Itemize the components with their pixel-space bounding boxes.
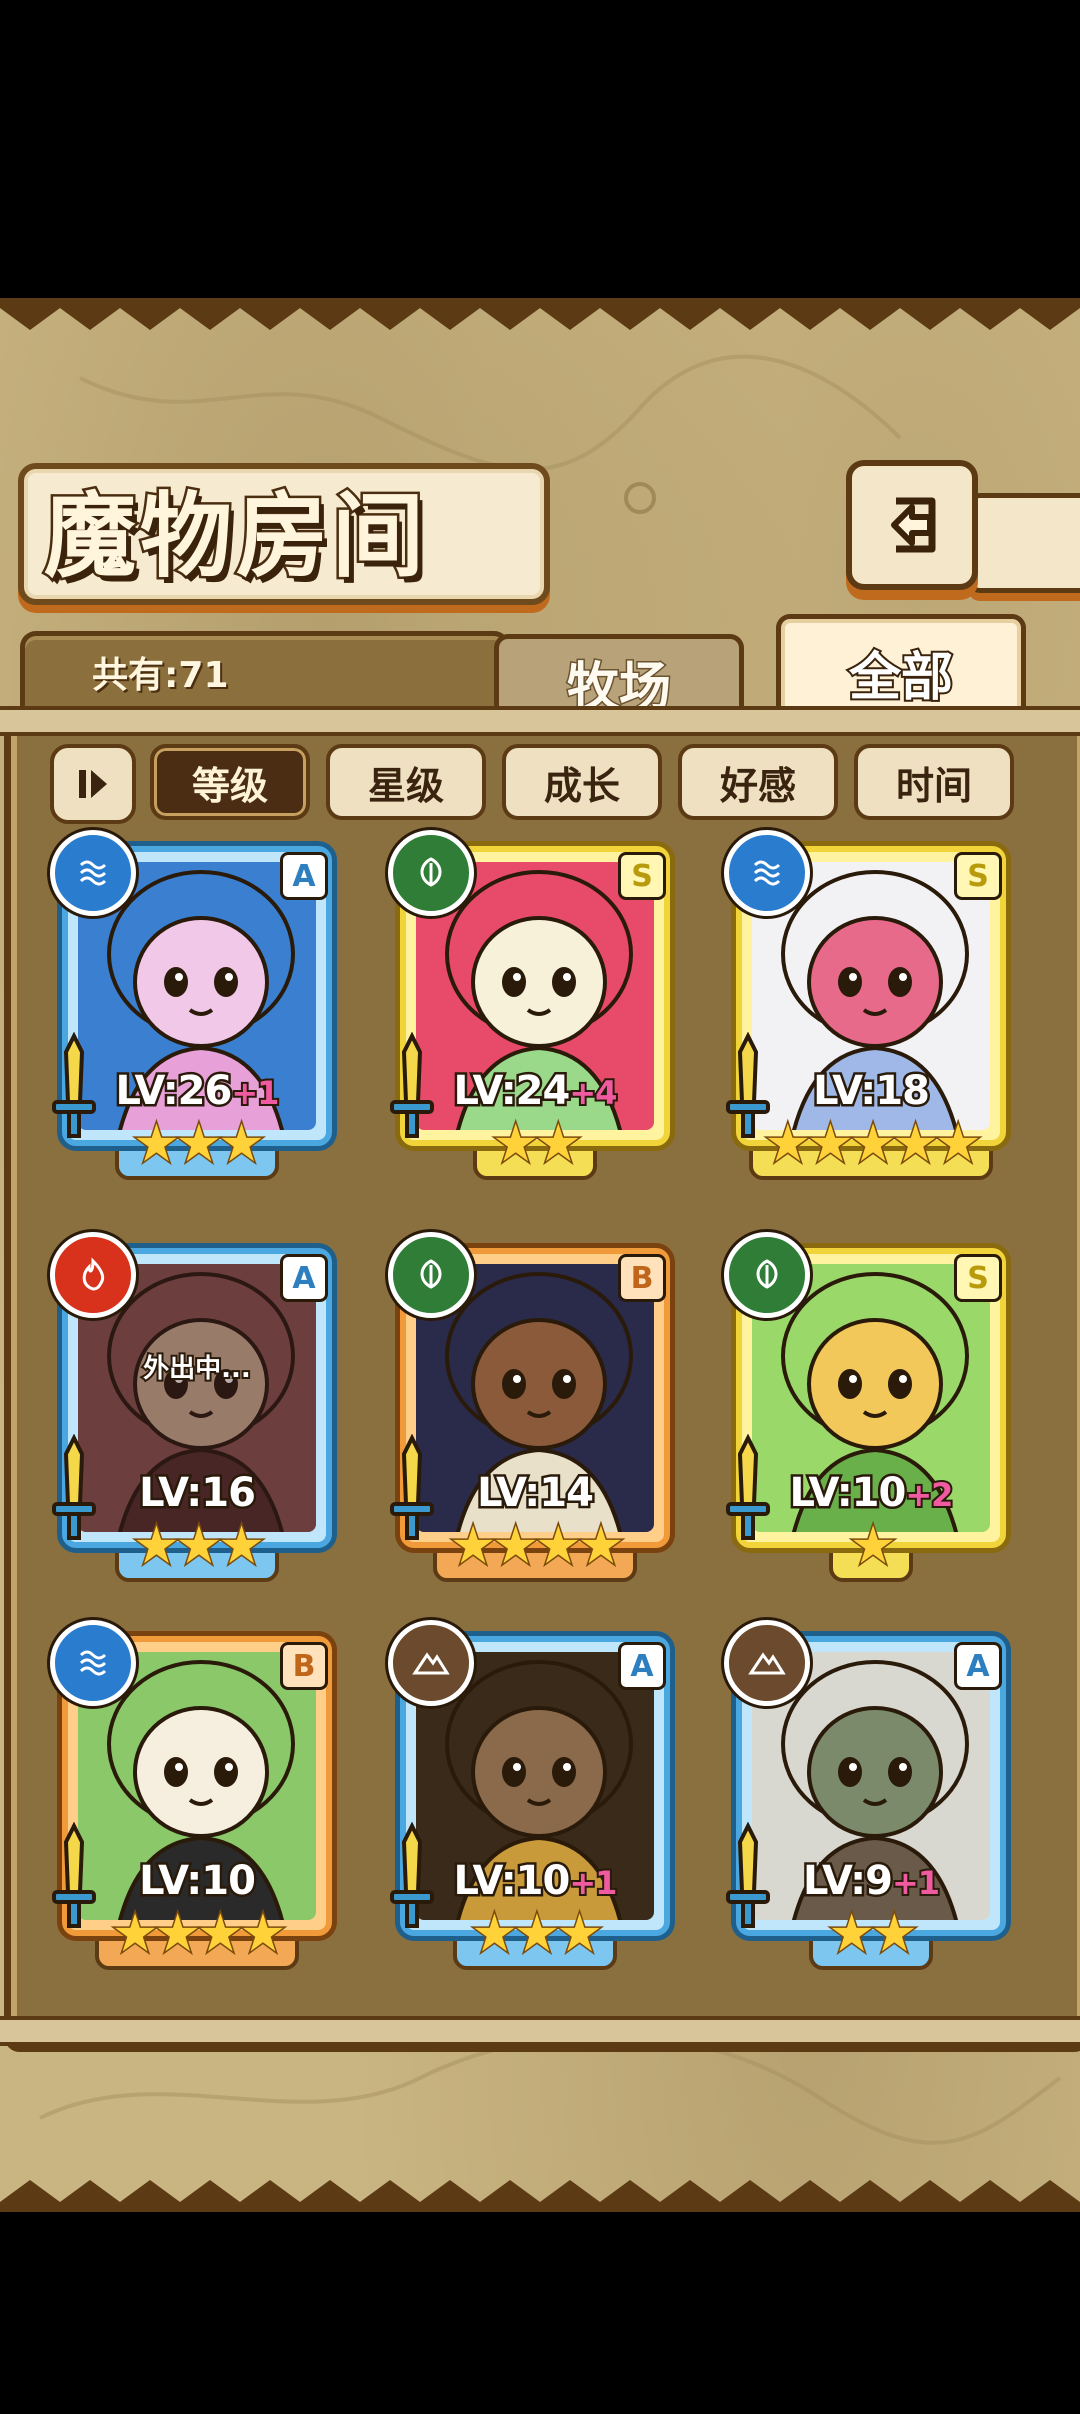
- water-icon: [50, 1620, 136, 1706]
- rank-badge: A: [618, 1642, 666, 1690]
- back-arrow-icon: [891, 497, 936, 553]
- level-bonus: +1: [229, 1072, 281, 1114]
- rank-badge: B: [618, 1254, 666, 1302]
- star-rating: ★★★★★: [763, 1114, 983, 1174]
- monster-card[interactable]: S LV:18 ★★★★★: [724, 830, 1016, 1180]
- level-value: LV:10: [137, 1856, 259, 1907]
- monster-card[interactable]: A LV:16 ★★★ 外出中...: [50, 1232, 342, 1582]
- star-rating: ★★: [827, 1904, 919, 1964]
- monster-card[interactable]: S LV:10+2 ★: [724, 1232, 1016, 1582]
- monster-level: LV:10: [52, 1856, 342, 1907]
- rank-badge: S: [954, 1254, 1002, 1302]
- star-rating: ★★★: [132, 1114, 267, 1174]
- sort-button-stars[interactable]: 星级: [326, 744, 486, 820]
- earth-icon: [724, 1620, 810, 1706]
- monster-card[interactable]: A LV:26+1 ★★★: [50, 830, 342, 1180]
- monster-level: LV:24+4: [390, 1066, 680, 1117]
- monster-level: LV:18: [726, 1066, 1016, 1117]
- star-rating: ★★★: [132, 1516, 267, 1576]
- sort-button-affection[interactable]: 好感: [678, 744, 838, 820]
- page-title: 魔物房间: [41, 480, 429, 593]
- rank-badge: S: [618, 852, 666, 900]
- rank-badge: A: [954, 1642, 1002, 1690]
- panel-rail-top: [0, 706, 1080, 736]
- water-icon: [50, 830, 136, 916]
- sort-order-icon: [79, 770, 107, 798]
- star-rating: ★★: [491, 1114, 583, 1174]
- level-bonus: +1: [567, 1862, 619, 1904]
- panel-rail-bottom: [0, 2016, 1080, 2046]
- level-bonus: +2: [903, 1474, 955, 1516]
- back-button-bar: [968, 493, 1080, 593]
- star-rating: ★★★★: [448, 1516, 625, 1576]
- monster-card[interactable]: S LV:24+4 ★★: [388, 830, 680, 1180]
- monster-level: LV:9+1: [726, 1856, 1016, 1907]
- level-bonus: +4: [567, 1072, 619, 1114]
- monster-level: LV:26+1: [52, 1066, 342, 1117]
- sort-order-toggle[interactable]: [50, 744, 136, 824]
- sort-button-growth[interactable]: 成长: [502, 744, 662, 820]
- rank-badge: A: [280, 1254, 328, 1302]
- away-status: 外出中...: [141, 1352, 253, 1386]
- star-rating: ★★★★: [110, 1904, 287, 1964]
- monster-level: LV:10+1: [390, 1856, 680, 1907]
- monster-level: LV:10+2: [726, 1468, 1016, 1519]
- level-value: LV:24: [451, 1066, 573, 1117]
- leaf-icon: [388, 830, 474, 916]
- level-value: LV:14: [475, 1468, 597, 1519]
- monster-card[interactable]: A LV:10+1 ★★★: [388, 1620, 680, 1970]
- rank-badge: B: [280, 1642, 328, 1690]
- water-icon: [724, 830, 810, 916]
- monster-count: 共有:71: [92, 655, 229, 696]
- star-rating: ★★★: [470, 1904, 605, 1964]
- monster-level: LV:16: [52, 1468, 342, 1519]
- leaf-icon: [388, 1232, 474, 1318]
- level-value: LV:10: [787, 1468, 909, 1519]
- sort-button-level[interactable]: 等级: [150, 744, 310, 820]
- rank-badge: A: [280, 852, 328, 900]
- rank-badge: S: [954, 852, 1002, 900]
- monster-level: LV:14: [390, 1468, 680, 1519]
- earth-icon: [388, 1620, 474, 1706]
- monster-card[interactable]: B LV:14 ★★★★: [388, 1232, 680, 1582]
- leaf-icon: [724, 1232, 810, 1318]
- sort-button-time[interactable]: 时间: [854, 744, 1014, 820]
- level-value: LV:9: [800, 1856, 895, 1907]
- level-value: LV:16: [137, 1468, 259, 1519]
- level-value: LV:18: [811, 1066, 933, 1117]
- monster-card[interactable]: A LV:9+1 ★★: [724, 1620, 1016, 1970]
- level-bonus: +1: [890, 1862, 942, 1904]
- fire-icon: [50, 1232, 136, 1318]
- level-value: LV:26: [113, 1066, 235, 1117]
- back-button[interactable]: [846, 460, 978, 590]
- star-rating: ★: [848, 1516, 898, 1576]
- level-value: LV:10: [451, 1856, 573, 1907]
- monster-card[interactable]: B LV:10 ★★★★: [50, 1620, 342, 1970]
